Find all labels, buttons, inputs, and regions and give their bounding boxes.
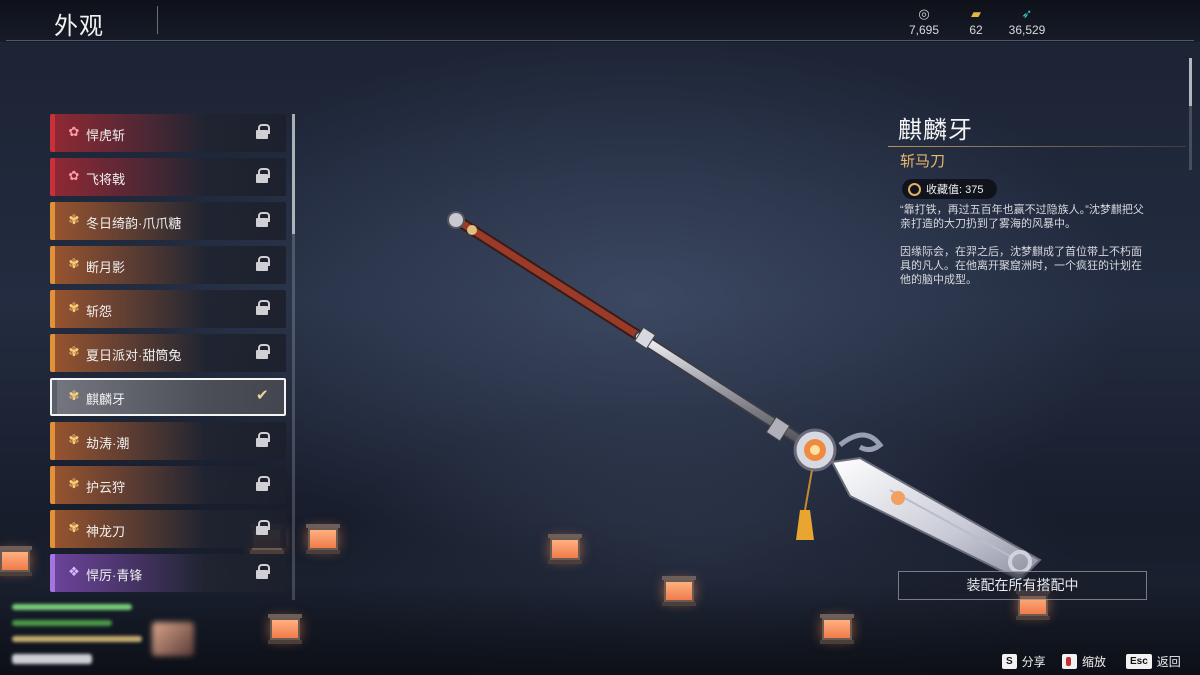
currency-silver: ◎ 7,695 [894,6,954,37]
skin-item-label: 护云狩 [86,480,126,495]
lantern-decoration [268,614,302,644]
lantern-decoration [306,524,340,554]
mouse-icon [1062,654,1077,669]
skin-item-label: 悍虎斩 [86,128,126,143]
lock-icon [256,123,270,141]
skin-name: 麒麟牙 [898,117,973,144]
skin-item-label: 断月影 [86,260,126,275]
key-esc-icon: Esc [1126,654,1152,669]
list-scrollbar[interactable] [292,114,295,600]
blurred-hud [12,598,194,670]
key-s-icon: S [1002,654,1017,669]
skin-item-label: 悍厉·青锋 [86,568,143,583]
description-paragraph: “靠打铁，再过五百年也赢不过隐族人。”沈梦麒把父亲打造的大刀扔到了雾海的风暴中。 [900,204,1144,230]
lantern-decoration [820,614,854,644]
skin-item[interactable]: ✾ 劫涛·潮 [50,422,286,460]
skin-item-label: 劫涛·潮 [86,436,130,451]
flower-icon: ✾ [68,256,80,271]
silver-coin-icon: ◎ [918,6,930,21]
flower-icon: ✾ [68,520,80,535]
lock-icon [256,519,270,537]
skin-item[interactable]: ✾ 断月影 [50,246,286,284]
lock-icon [256,431,270,449]
lock-icon [256,343,270,361]
page-title: 外观 [54,13,104,40]
skin-item-label: 斩怨 [86,304,113,319]
description-scrollbar[interactable] [1189,58,1192,170]
hint-label: 分享 [1021,655,1046,669]
skin-item[interactable]: ✾ 神龙刀 [50,510,286,548]
currency-jade: ➶ 36,529 [997,6,1057,37]
collection-value-badge: 收藏值: 375 [902,179,998,199]
lock-icon [256,475,270,493]
hint-back[interactable]: Esc 返回 [1126,653,1181,670]
flower-icon: ✾ [68,212,80,227]
lock-icon [256,563,270,581]
flower-icon: ✾ [68,300,80,315]
flower-icon: ✿ [68,168,80,183]
hint-label: 返回 [1156,655,1181,669]
skin-item[interactable]: ✾ 夏日派对·甜筒兔 [50,334,286,372]
skin-description: “靠打铁，再过五百年也赢不过隐族人。”沈梦麒把父亲打造的大刀扔到了雾海的风暴中。… [900,203,1152,287]
check-icon: ✔ [256,387,269,404]
currency-value: 36,529 [1008,23,1046,37]
skin-item-selected[interactable]: ✾ 麒麟牙 ✔ [50,378,286,416]
flower-icon: ✾ [68,344,80,359]
lock-icon [256,167,270,185]
currency-value: 7,695 [908,23,940,37]
skin-item-label: 夏日派对·甜筒兔 [86,348,182,363]
collection-icon [908,182,921,196]
skin-item[interactable]: ✾ 护云狩 [50,466,286,504]
flower-icon: ✾ [68,476,80,491]
description-scrollbar-thumb[interactable] [1189,58,1192,106]
list-scrollbar-thumb[interactable] [292,114,295,234]
skin-item[interactable]: ✿ 悍虎斩 [50,114,286,152]
collection-value: 收藏值: 375 [926,184,984,196]
lock-icon [256,211,270,229]
lantern-decoration [0,546,32,576]
flower-icon: ✾ [68,432,80,447]
skin-item[interactable]: ✾ 冬日绮韵·爪爪糖 [50,202,286,240]
hint-label: 缩放 [1082,655,1107,669]
jade-feather-icon: ➶ [1021,6,1033,21]
title-divider [157,6,158,34]
skin-item[interactable]: ✿ 飞将戟 [50,158,286,196]
weapon-type: 斩马刀 [900,153,946,170]
top-bar-divider [6,40,1194,41]
skin-item-label: 飞将戟 [86,172,126,187]
flower-icon: ✾ [68,388,80,403]
hint-share[interactable]: S 分享 [1002,653,1046,670]
flower-icon: ✿ [68,124,80,139]
skin-item-label: 麒麟牙 [86,392,126,407]
skin-item[interactable]: ✾ 斩怨 [50,290,286,328]
detail-divider [888,146,1186,147]
skin-item-label: 神龙刀 [86,524,126,539]
skin-item[interactable]: ❖ 悍厉·青锋 [50,554,286,592]
description-paragraph: 因缘际会，在羿之后，沈梦麒成了首位带上不朽面具的凡人。在他离开聚窟洲时，一个疯狂… [900,246,1142,286]
hint-zoom[interactable]: 缩放 [1062,653,1106,670]
lock-icon [256,255,270,273]
lock-icon [256,299,270,317]
flower-icon: ❖ [68,564,80,579]
equip-all-button[interactable]: 装配在所有搭配中 [898,571,1147,600]
skin-list: ✿ 悍虎斩 ✿ 飞将戟 ✾ 冬日绮韵·爪爪糖 ✾ 断月影 ✾ 斩怨 ✾ 夏日派对… [50,114,288,598]
skin-item-label: 冬日绮韵·爪爪糖 [86,216,182,231]
